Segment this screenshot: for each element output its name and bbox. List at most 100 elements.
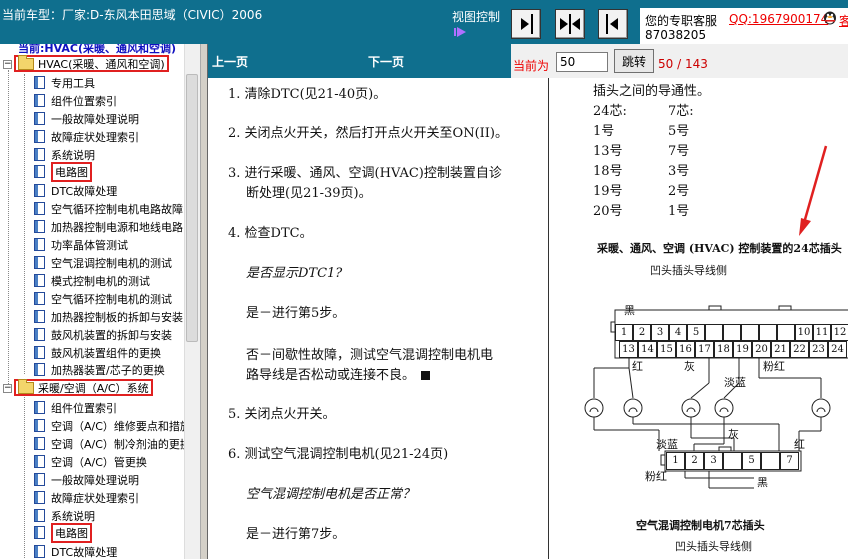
step-text: 断处理(见21-39页)。	[246, 186, 372, 201]
tree-item[interactable]: 空调（A/C）管更换	[34, 453, 147, 470]
conn24-bottom-pin-cell: 20	[752, 341, 771, 358]
tree-item[interactable]: 系统说明	[34, 146, 95, 163]
document-icon	[34, 165, 45, 178]
tree-item[interactable]: 一般故障处理说明	[34, 110, 139, 127]
conn24-bottom-pin-cell: 17	[695, 341, 714, 358]
tree-item[interactable]: DTC故障处理	[34, 543, 117, 559]
tree-group-hvac[interactable]: HVAC(采暖、通风和空调)	[14, 54, 169, 72]
tree-item[interactable]: 故障症状处理索引	[34, 128, 139, 145]
tree-item[interactable]: 加热器控制板的拆卸与安装	[34, 308, 183, 325]
tree-item[interactable]: 空气混调控制电机的测试	[34, 254, 172, 271]
jump-button[interactable]: 跳转	[614, 49, 654, 73]
conn24-bottom-pin-cell: 18	[714, 341, 733, 358]
arrow-right-icon	[454, 27, 466, 37]
red-pointer-arrow	[799, 145, 828, 236]
conn24-bottom-pin-cell: 15	[657, 341, 676, 358]
conn24-top-pin-cell: 2	[633, 324, 651, 341]
tree-item-wiring-diagram[interactable]: 电路图	[34, 161, 92, 182]
tree-item[interactable]: 组件位置索引	[34, 399, 117, 416]
vehicle-label: 当前车型：厂家:D-东风本田思域（CIVIC）2006	[2, 8, 263, 22]
step-text: 2. 关闭点火开关，然后打开点火开关至ON(II)。	[228, 126, 508, 141]
tree-item-wiring-diagram[interactable]: 电路图	[34, 522, 92, 543]
collapse-toggle[interactable]: −	[3, 60, 12, 69]
conn24-bottom-pin-cell: 22	[790, 341, 809, 358]
tree-item[interactable]: 加热器控制电源和地线电路	[34, 218, 183, 235]
tree-item[interactable]: DTC故障处理	[34, 182, 117, 199]
page-number-input[interactable]	[556, 52, 608, 72]
conn24-top-pin-cell	[777, 324, 795, 341]
tree-item[interactable]: 空调（A/C）维修要点和措施	[34, 417, 191, 434]
conn7-pin-cell	[761, 452, 780, 470]
wire-label: 红	[632, 360, 643, 373]
conn24-top-pin-cell: 10	[795, 324, 813, 341]
document-icon	[34, 220, 45, 233]
prev-page-link[interactable]: 上一页	[212, 53, 248, 70]
split-view-icon	[560, 14, 580, 34]
answer-text: 是－进行第5步。	[246, 306, 346, 321]
tree-group-label: HVAC(采暖、通风和空调)	[38, 57, 165, 71]
tree-item[interactable]: 鼓风机装置的拆卸与安装	[34, 326, 172, 343]
view-split-button[interactable]	[555, 9, 585, 39]
document-icon	[34, 473, 45, 486]
conn24-top-pin-cell	[759, 324, 777, 341]
tree-guide-line	[24, 74, 25, 374]
qq-link[interactable]: QQ:1967900174	[729, 12, 828, 26]
end-mark-icon	[421, 371, 431, 380]
conn7-pin-cell: 1	[666, 452, 685, 470]
document-icon	[34, 184, 45, 197]
conn24-top-pin-cell	[705, 324, 723, 341]
conn24-top-pin-cell	[723, 324, 741, 341]
document-icon	[34, 202, 45, 215]
service-more-link[interactable]: 客	[839, 12, 848, 29]
view-left-pane-button[interactable]	[598, 9, 628, 39]
figure-title: 空气混调控制电机7芯插头	[636, 519, 765, 532]
wire-label: 灰	[728, 428, 739, 441]
document-icon	[34, 238, 45, 251]
document-icon	[34, 437, 45, 450]
document-icon	[34, 148, 45, 161]
tree-item[interactable]: 模式控制电机的测试	[34, 272, 150, 289]
tree-item[interactable]: 鼓风机装置组件的更换	[34, 344, 161, 361]
conn7-pin-cell: 7	[780, 452, 799, 470]
conn24-top-pin-cell: 5	[687, 324, 705, 341]
document-icon	[34, 112, 45, 125]
view-right-pane-button[interactable]	[511, 9, 541, 39]
expand-right-icon	[521, 14, 533, 34]
tree-group-ac[interactable]: 采暖/空调（A/C）系统	[14, 378, 153, 396]
wire-label: 灰	[684, 360, 695, 373]
step-text: 4. 检查DTC。	[228, 226, 313, 241]
answer-text: 否－间歇性故障，测试空气混调控制电机电	[246, 348, 494, 363]
answer-text: 路导线是否松动或连接不良。	[246, 364, 431, 383]
document-icon	[34, 401, 45, 414]
document-icon	[34, 274, 45, 287]
tree-item[interactable]: 专用工具	[34, 74, 95, 91]
tree-item[interactable]: 故障症状处理索引	[34, 489, 139, 506]
step-text: 6. 测试空气混调控制电机(见21-24页)	[228, 447, 449, 462]
conn24-bottom-pin-cell: 16	[676, 341, 695, 358]
wire-label: 红	[794, 438, 805, 451]
pane-splitter[interactable]	[200, 44, 208, 559]
tree-guide-line	[24, 394, 25, 559]
conn7-pin-cell: 5	[742, 452, 761, 470]
tree-item[interactable]: 一般故障处理说明	[34, 471, 139, 488]
collapse-toggle[interactable]: −	[3, 384, 12, 393]
tree-item[interactable]: 空气循环控制电机电路故障	[34, 200, 183, 217]
conn7-pin-cell	[723, 452, 742, 470]
step-text: 1. 清除DTC(见21-40页)。	[228, 87, 387, 102]
qq-penguin-icon[interactable]	[822, 9, 838, 25]
tree-item[interactable]: 加热器装置/芯子的更换	[34, 361, 165, 378]
wire-label: 黑	[757, 476, 768, 489]
tree-item[interactable]: 组件位置索引	[34, 92, 117, 109]
next-page-link[interactable]: 下一页	[368, 53, 404, 70]
tree-item[interactable]: 空调（A/C）制冷剂油的更换	[34, 435, 191, 452]
wiring-diagram	[584, 145, 848, 489]
tree-item[interactable]: 功率晶体管测试	[34, 236, 128, 253]
document-icon	[34, 419, 45, 432]
wire-label: 淡蓝	[656, 438, 678, 451]
tree-scrollbar-thumb[interactable]	[186, 74, 198, 342]
tree-item[interactable]: 系统说明	[34, 507, 95, 524]
tree-item[interactable]: 空气循环控制电机的测试	[34, 290, 172, 307]
folder-open-icon	[18, 378, 34, 394]
document-icon	[34, 130, 45, 143]
conn7-pin-cell: 2	[685, 452, 704, 470]
